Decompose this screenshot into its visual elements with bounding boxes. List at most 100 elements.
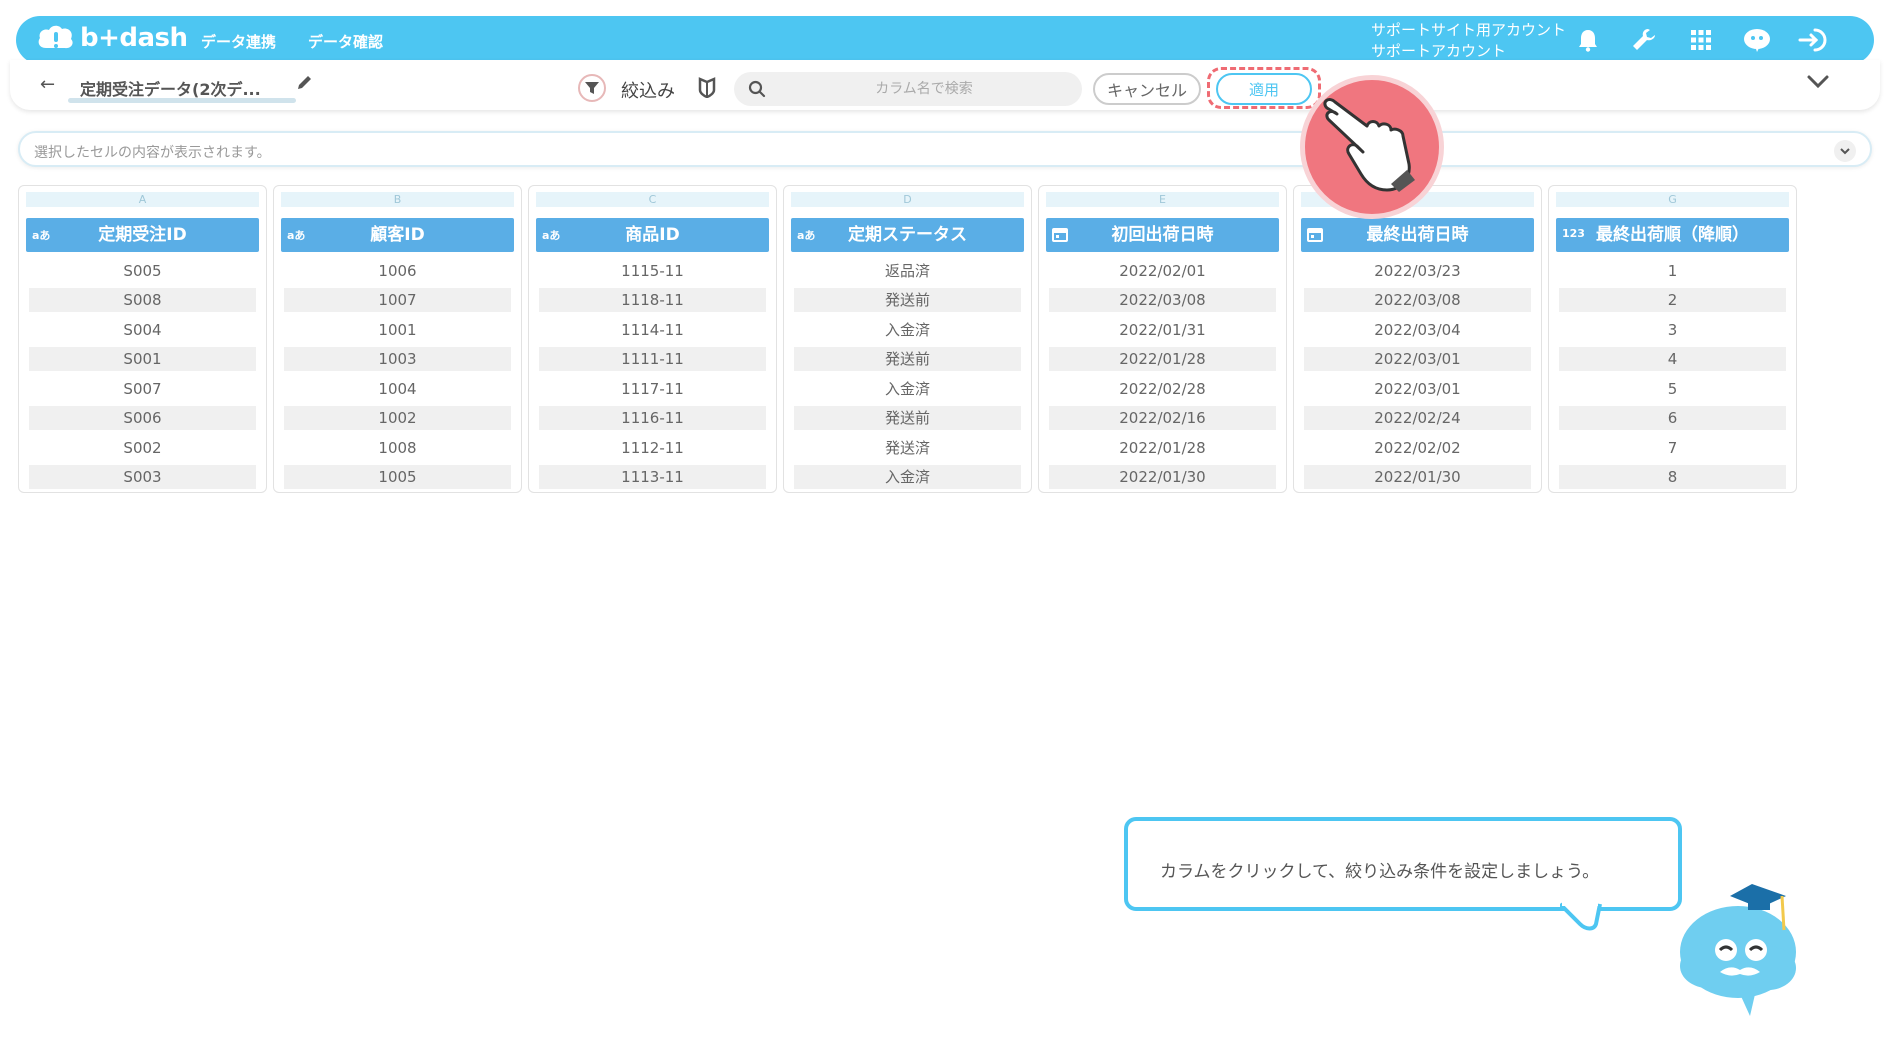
grid-column[interactable]: E 初回出荷日時 2022/02/01 2022/03/08 2022/01/31 202… xyxy=(1038,185,1287,493)
table-cell[interactable]: S002 xyxy=(29,436,256,460)
table-cell[interactable]: 1118-11 xyxy=(539,288,766,312)
table-cell[interactable]: S005 xyxy=(29,259,256,283)
table-cell[interactable]: 発送前 xyxy=(794,288,1021,312)
table-cell[interactable]: 入金済 xyxy=(794,318,1021,342)
column-title: 初回出荷日時 xyxy=(1111,225,1214,245)
table-cell[interactable]: 返品済 xyxy=(794,259,1021,283)
table-cell[interactable]: 2022/03/01 xyxy=(1304,347,1531,371)
chevron-down-icon[interactable] xyxy=(1806,74,1830,94)
grid-column[interactable]: G 123 最終出荷順（降順） 1 2 3 4 5 6 7 8 xyxy=(1548,185,1797,493)
column-header[interactable]: aあ 定期受注ID xyxy=(26,218,259,252)
table-cell[interactable]: 2022/03/23 xyxy=(1304,259,1531,283)
table-cell[interactable]: 1112-11 xyxy=(539,436,766,460)
column-search[interactable] xyxy=(734,72,1082,106)
grid-column[interactable]: F最終出荷日時2022/03/232022/03/082022/03/04202… xyxy=(1293,185,1542,493)
table-cell[interactable]: 1008 xyxy=(284,436,511,460)
assistant-mascot-icon[interactable] xyxy=(1742,25,1772,55)
mascot-icon xyxy=(1680,884,1796,1016)
table-cell[interactable]: 1005 xyxy=(284,465,511,489)
table-cell[interactable]: 2022/01/30 xyxy=(1049,465,1276,489)
account-info[interactable]: サポートサイト用アカウント サポートアカウント xyxy=(1371,20,1566,62)
column-header[interactable]: aあ 顧客ID xyxy=(281,218,514,252)
table-cell[interactable]: 1117-11 xyxy=(539,377,766,401)
table-cell[interactable]: 2022/02/16 xyxy=(1049,406,1276,430)
search-icon xyxy=(748,80,766,98)
nav-data-integration[interactable]: データ連携 xyxy=(201,31,276,52)
column-letter: E xyxy=(1046,192,1279,207)
table-cell[interactable]: S007 xyxy=(29,377,256,401)
table-cell[interactable]: S001 xyxy=(29,347,256,371)
table-cell[interactable]: S003 xyxy=(29,465,256,489)
table-cell[interactable]: S006 xyxy=(29,406,256,430)
table-cell[interactable]: 発送前 xyxy=(794,406,1021,430)
table-cell[interactable]: 2022/02/01 xyxy=(1049,259,1276,283)
apps-grid-icon[interactable] xyxy=(1686,25,1716,55)
table-cell[interactable]: 2 xyxy=(1559,288,1786,312)
column-header[interactable]: 123 最終出荷順（降順） xyxy=(1556,218,1789,252)
table-cell[interactable]: 2022/02/24 xyxy=(1304,406,1531,430)
column-header[interactable]: aあ 定期ステータス xyxy=(791,218,1024,252)
table-cell[interactable]: S008 xyxy=(29,288,256,312)
table-cell[interactable]: 2022/01/28 xyxy=(1049,347,1276,371)
table-cell[interactable]: 2022/02/02 xyxy=(1304,436,1531,460)
table-cell[interactable]: 1111-11 xyxy=(539,347,766,371)
table-cell[interactable]: 発送前 xyxy=(794,347,1021,371)
table-cell[interactable]: 1001 xyxy=(284,318,511,342)
shield-icon[interactable] xyxy=(698,76,716,102)
column-letter: G xyxy=(1556,192,1789,207)
bell-icon[interactable] xyxy=(1573,25,1603,55)
table-cell[interactable]: 2022/01/28 xyxy=(1049,436,1276,460)
table-cell[interactable]: 1002 xyxy=(284,406,511,430)
table-cell[interactable]: 8 xyxy=(1559,465,1786,489)
table-cell[interactable]: 1004 xyxy=(284,377,511,401)
wrench-icon[interactable] xyxy=(1629,25,1659,55)
column-header[interactable]: 初回出荷日時 xyxy=(1046,218,1279,252)
table-cell[interactable]: 2022/03/04 xyxy=(1304,318,1531,342)
column-header[interactable]: 最終出荷日時 xyxy=(1301,218,1534,252)
column-title: 最終出荷順（降順） xyxy=(1596,225,1749,245)
table-cell[interactable]: 発送済 xyxy=(794,436,1021,460)
pencil-icon[interactable] xyxy=(296,73,314,95)
table-cell[interactable]: 1 xyxy=(1559,259,1786,283)
table-cell[interactable]: 3 xyxy=(1559,318,1786,342)
data-title[interactable]: 定期受注データ(2次デ... xyxy=(80,76,261,100)
table-cell[interactable]: 入金済 xyxy=(794,465,1021,489)
table-cell[interactable]: 1007 xyxy=(284,288,511,312)
table-cell[interactable]: 2022/03/08 xyxy=(1304,288,1531,312)
grid-column[interactable]: Caあ 商品ID 1115-11 1118-11 1114-11 1111-11 1117-… xyxy=(528,185,777,493)
table-cell[interactable]: 2022/03/08 xyxy=(1049,288,1276,312)
table-cell[interactable]: 1113-11 xyxy=(539,465,766,489)
pointing-hand-icon xyxy=(1323,98,1415,192)
table-cell[interactable]: 5 xyxy=(1559,377,1786,401)
back-arrow-icon[interactable]: ← xyxy=(40,74,55,95)
logo[interactable]: b+dash xyxy=(36,22,188,54)
column-letter: A xyxy=(26,192,259,207)
table-cell[interactable]: 4 xyxy=(1559,347,1786,371)
column-header[interactable]: aあ 商品ID xyxy=(536,218,769,252)
table-cell[interactable]: 1116-11 xyxy=(539,406,766,430)
filter-toggle-button[interactable] xyxy=(578,74,606,102)
table-cell[interactable]: 2022/01/30 xyxy=(1304,465,1531,489)
column-letter: C xyxy=(536,192,769,207)
table-cell[interactable]: 2022/03/01 xyxy=(1304,377,1531,401)
table-cell[interactable]: 2022/02/28 xyxy=(1049,377,1276,401)
cell-content-bar[interactable]: 選択したセルの内容が表示されます。 xyxy=(18,131,1872,167)
cancel-button[interactable]: キャンセル xyxy=(1093,73,1201,105)
nav-data-check[interactable]: データ確認 xyxy=(308,31,383,52)
column-search-input[interactable] xyxy=(784,72,1064,106)
grid-column[interactable]: Daあ 定期ステータス 返品済 発送前 入金済 発送前 入金済 発送前 発送済 入金済 xyxy=(783,185,1032,493)
table-cell[interactable]: 7 xyxy=(1559,436,1786,460)
table-cell[interactable]: 入金済 xyxy=(794,377,1021,401)
table-cell[interactable]: 6 xyxy=(1559,406,1786,430)
table-cell[interactable]: 1115-11 xyxy=(539,259,766,283)
table-cell[interactable]: 1006 xyxy=(284,259,511,283)
logout-icon[interactable] xyxy=(1798,25,1828,55)
table-cell[interactable]: 1114-11 xyxy=(539,318,766,342)
table-cell[interactable]: 2022/01/31 xyxy=(1049,318,1276,342)
cellbar-chevron-down-icon[interactable] xyxy=(1834,140,1856,162)
apply-button[interactable]: 適用 xyxy=(1216,73,1312,105)
table-cell[interactable]: S004 xyxy=(29,318,256,342)
grid-column[interactable]: Aaあ 定期受注ID S005 S008 S004 S001 S007 S006 S002 S00… xyxy=(18,185,267,493)
table-cell[interactable]: 1003 xyxy=(284,347,511,371)
grid-column[interactable]: Baあ 顧客ID 1006 1007 1001 1003 1004 1002 1008 1005 xyxy=(273,185,522,493)
